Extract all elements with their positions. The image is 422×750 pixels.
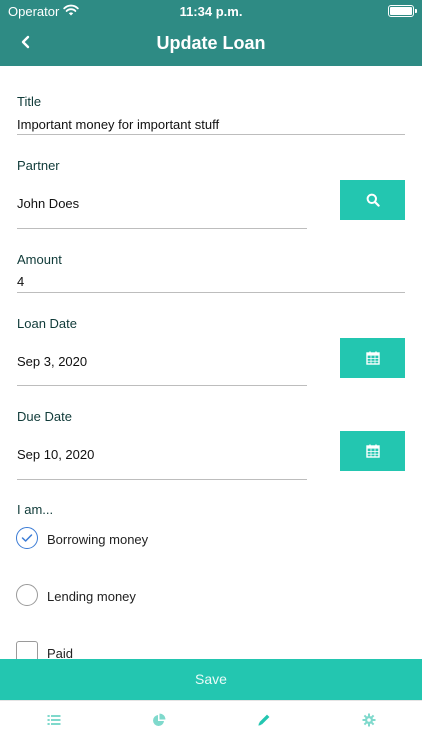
- partner-search-button[interactable]: [340, 180, 405, 220]
- tab-bar: [0, 700, 422, 750]
- lending-label[interactable]: Lending money: [47, 589, 136, 604]
- save-button[interactable]: Save: [0, 659, 422, 700]
- search-icon: [366, 193, 380, 207]
- pie-chart-icon: [153, 713, 166, 726]
- partner-input[interactable]: John Does: [17, 196, 79, 211]
- lending-radio[interactable]: [16, 584, 38, 606]
- tab-stats[interactable]: [152, 713, 166, 727]
- calendar-icon: [365, 444, 380, 458]
- borrowing-label[interactable]: Borrowing money: [47, 532, 148, 547]
- due-date-underline: [17, 479, 307, 480]
- calendar-icon: [365, 351, 380, 365]
- amount-underline: [17, 292, 405, 293]
- partner-label: Partner: [17, 158, 60, 173]
- clock-time: 11:34 p.m.: [179, 4, 243, 19]
- amount-label: Amount: [17, 252, 62, 267]
- role-label: I am...: [17, 502, 54, 517]
- title-label: Title: [17, 94, 42, 109]
- title-underline: [17, 134, 405, 135]
- due-date-picker-button[interactable]: [340, 431, 405, 471]
- check-icon: [21, 534, 33, 542]
- loan-date-label: Loan Date: [17, 316, 77, 331]
- partner-underline: [17, 228, 307, 229]
- tab-edit[interactable]: [257, 713, 271, 727]
- title-input[interactable]: Important money for important stuff: [17, 117, 219, 132]
- status-bar: Operator 11:34 p.m.: [0, 0, 422, 22]
- tab-list[interactable]: [47, 713, 61, 727]
- loan-date-input[interactable]: Sep 3, 2020: [17, 354, 87, 369]
- battery-icon: [388, 5, 417, 17]
- amount-input[interactable]: 4: [17, 274, 24, 289]
- due-date-label: Due Date: [17, 409, 72, 424]
- due-date-input[interactable]: Sep 10, 2020: [17, 447, 94, 462]
- pencil-icon: [258, 714, 270, 726]
- nav-header: Operator 11:34 p.m. Update Loan: [0, 0, 422, 66]
- borrowing-radio[interactable]: [16, 527, 38, 549]
- loan-date-picker-button[interactable]: [340, 338, 405, 378]
- gear-icon: [362, 713, 376, 727]
- list-icon: [47, 715, 61, 725]
- tab-settings[interactable]: [362, 713, 376, 727]
- loan-date-underline: [17, 385, 307, 386]
- page-title: Update Loan: [156, 33, 266, 53]
